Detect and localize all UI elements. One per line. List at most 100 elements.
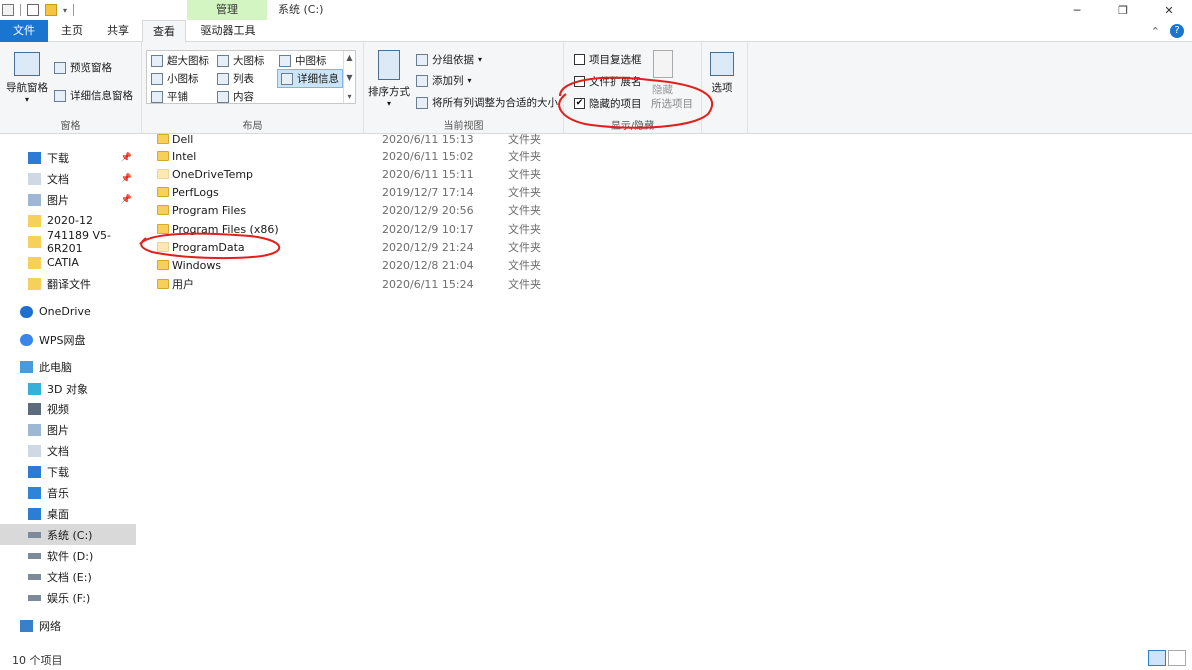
file-type: 文件夹: [508, 259, 541, 272]
drive-icon: [28, 531, 41, 538]
sidebar-item[interactable]: OneDrive: [0, 301, 136, 322]
sidebar-item[interactable]: 741189 V5-6R201: [0, 229, 136, 255]
folder-icon: [157, 169, 169, 179]
details-option[interactable]: 详细信息: [277, 69, 343, 88]
download-icon: [28, 151, 41, 164]
chevron-down-icon[interactable]: ▾: [63, 6, 67, 15]
file-row[interactable]: Intel 2020/6/11 15:02 文件夹: [148, 147, 568, 165]
options-button[interactable]: 选项: [710, 52, 734, 95]
file-row[interactable]: 用户 2020/6/11 15:24 文件夹: [148, 275, 568, 293]
sort-by-button[interactable]: 排序方式 ▾: [368, 50, 410, 108]
sidebar-item[interactable]: 网络: [0, 615, 136, 636]
content-option[interactable]: 内容: [217, 89, 254, 104]
group-options: 选项: [702, 42, 748, 134]
folder-icon: [157, 187, 169, 197]
file-row[interactable]: ProgramData 2020/12/9 21:24 文件夹: [148, 238, 568, 256]
sidebar-item[interactable]: 桌面: [0, 503, 136, 524]
add-columns-button[interactable]: 添加列 ▾: [416, 73, 472, 88]
sidebar-item-label: 网络: [39, 619, 61, 633]
medium-icons-option[interactable]: 中图标: [279, 53, 327, 68]
tab-home[interactable]: 主页: [50, 20, 94, 42]
file-list: Dell 2020/6/11 15:13 文件夹 Intel 2020/6/11 15:…: [148, 133, 1192, 646]
list-option[interactable]: 列表: [217, 71, 254, 86]
sidebar-item[interactable]: WPS网盘: [0, 329, 136, 350]
tab-file[interactable]: 文件: [0, 20, 48, 42]
sidebar-item[interactable]: 此电脑: [0, 356, 136, 377]
file-date: 2020/6/11 15:24: [382, 277, 474, 291]
sidebar-item[interactable]: 下载 📌: [0, 147, 136, 168]
details-pane-button[interactable]: 详细信息窗格: [54, 88, 133, 103]
chevron-down-icon[interactable]: ▼: [346, 73, 352, 82]
large-icons-option[interactable]: 大图标: [217, 53, 265, 68]
navigation-pane: 下载 📌 文档 📌 图片 📌 2020-12 741189 V5-6R201 CATIA 翻译文件…: [0, 134, 140, 646]
sidebar-item[interactable]: 音乐: [0, 482, 136, 503]
tab-drive-tools[interactable]: 驱动器工具: [188, 20, 268, 42]
sidebar-item[interactable]: 视频: [0, 398, 136, 419]
file-extensions-toggle[interactable]: 文件扩展名: [574, 74, 642, 89]
quick-access-toolbar: ▾: [0, 2, 75, 18]
sidebar-item[interactable]: 翻译文件: [0, 273, 136, 294]
small-icons-option[interactable]: 小图标: [151, 71, 199, 86]
nav-pane-button[interactable]: 导航窗格 ▾: [6, 52, 48, 104]
sidebar-item[interactable]: 软件 (D:): [0, 545, 136, 566]
option-label: 平铺: [167, 91, 188, 103]
size-all-columns-button[interactable]: 将所有列调整为合适的大小: [416, 95, 558, 110]
preview-pane-button[interactable]: 预览窗格: [54, 60, 112, 75]
drive-icon: [28, 552, 41, 559]
file-row[interactable]: Dell 2020/6/11 15:13 文件夹: [148, 130, 568, 148]
sidebar-item[interactable]: 娱乐 (F:): [0, 587, 136, 608]
sidebar-item-label: 下载: [47, 151, 69, 165]
details-icon: [281, 72, 293, 85]
tab-view[interactable]: 查看: [142, 20, 186, 43]
sidebar-item[interactable]: 文档 (E:): [0, 566, 136, 587]
options-label: 选项: [711, 82, 733, 94]
file-row[interactable]: Program Files (x86) 2020/12/9 10:17 文件夹: [148, 220, 568, 238]
file-extensions-checkbox[interactable]: [574, 76, 585, 87]
sidebar-item[interactable]: CATIA: [0, 252, 136, 273]
folder-icon: [157, 205, 169, 215]
item-checkboxes-checkbox[interactable]: [574, 54, 585, 65]
pin-icon: 📌: [120, 194, 132, 205]
details-pane-icon: [54, 89, 66, 102]
file-row[interactable]: Program Files 2020/12/9 20:56 文件夹: [148, 201, 568, 219]
new-folder-icon[interactable]: [45, 4, 57, 16]
sidebar-item[interactable]: 下载: [0, 461, 136, 482]
hidden-items-checkbox[interactable]: ✔: [574, 98, 585, 109]
sidebar-item[interactable]: 系统 (C:): [0, 524, 136, 545]
file-date: 2019/12/7 17:14: [382, 185, 474, 199]
option-label: 小图标: [167, 73, 199, 85]
gallery-scroll[interactable]: ▲ ▼ ▾: [343, 51, 355, 103]
sidebar-item[interactable]: 图片: [0, 419, 136, 440]
tab-share[interactable]: 共享: [96, 20, 140, 42]
collapse-ribbon-icon[interactable]: ⌃: [1151, 25, 1160, 38]
close-button[interactable]: ✕: [1146, 0, 1192, 20]
extra-large-icons-option[interactable]: 超大图标: [151, 53, 209, 68]
chevron-up-icon[interactable]: ▲: [346, 53, 352, 62]
download-icon: [28, 465, 41, 478]
details-view-button[interactable]: [1148, 650, 1166, 666]
more-icon[interactable]: ▾: [347, 92, 351, 101]
properties-icon[interactable]: [27, 4, 39, 16]
sidebar-item[interactable]: 文档 📌: [0, 168, 136, 189]
large-icons-view-button[interactable]: [1168, 650, 1186, 666]
help-icon[interactable]: ?: [1170, 24, 1184, 38]
group-by-button[interactable]: 分组依据 ▾: [416, 52, 482, 67]
file-row[interactable]: Windows 2020/12/8 21:04 文件夹: [148, 256, 568, 274]
file-row[interactable]: PerfLogs 2019/12/7 17:14 文件夹: [148, 183, 568, 201]
document-icon: [28, 444, 41, 457]
picture-icon: [28, 423, 41, 436]
hide-selected-button[interactable]: 隐藏: [652, 50, 673, 97]
sidebar-item[interactable]: 图片 📌: [0, 189, 136, 210]
tab-manage[interactable]: 管理: [187, 0, 267, 20]
hidden-items-toggle[interactable]: ✔ 隐藏的项目: [574, 96, 642, 111]
computer-icon: [20, 360, 33, 373]
tiles-option[interactable]: 平铺: [151, 89, 188, 104]
maximize-button[interactable]: ❐: [1100, 0, 1146, 20]
minimize-button[interactable]: ─: [1054, 0, 1100, 20]
details-pane-label: 详细信息窗格: [70, 90, 133, 102]
music-icon: [28, 486, 41, 499]
file-row[interactable]: OneDriveTemp 2020/6/11 15:11 文件夹: [148, 165, 568, 183]
item-checkboxes-toggle[interactable]: 项目复选框: [574, 52, 642, 67]
sidebar-item[interactable]: 3D 对象: [0, 378, 136, 399]
sidebar-item[interactable]: 文档: [0, 440, 136, 461]
